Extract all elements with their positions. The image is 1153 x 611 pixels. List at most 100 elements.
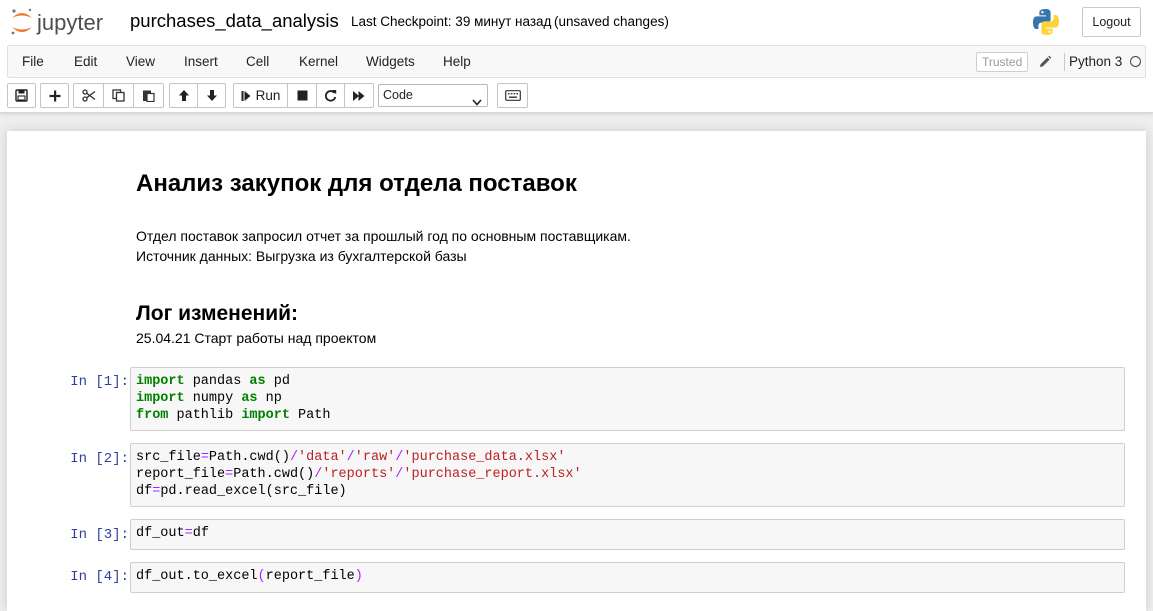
paste-icon (142, 89, 155, 102)
logout-button[interactable]: Logout (1082, 7, 1141, 37)
kernel-name[interactable]: Python 3 (1069, 46, 1122, 77)
code-token: report_file (136, 467, 226, 482)
code-token: numpy (184, 391, 242, 406)
kernel-separator (1064, 53, 1065, 71)
code-token: pathlib (168, 408, 242, 423)
notebook-header: jupyter purchases_data_analysis Last Che… (0, 0, 1153, 113)
code-token: / (346, 450, 355, 465)
run-all-button[interactable] (344, 83, 374, 108)
code-line: df_out.to_excel(report_file) (136, 568, 1124, 585)
code-token: df (192, 526, 209, 541)
notebook-name[interactable]: purchases_data_analysis (130, 10, 339, 32)
command-palette-button[interactable] (497, 83, 528, 108)
code-token: ( (257, 569, 266, 584)
code-line: import pandas as pd (136, 373, 1124, 390)
copy-button[interactable] (103, 83, 134, 108)
code-token: report_file (265, 569, 355, 584)
code-token: / (289, 450, 299, 465)
menu-insert[interactable]: Insert (184, 46, 218, 77)
code-line: src_file=Path.cwd()/'data'/'raw'/'purcha… (136, 449, 1124, 466)
arrow-down-icon (206, 89, 218, 102)
copy-icon (112, 89, 125, 102)
code-line: df=pd.read_excel(src_file) (136, 483, 1124, 500)
save-icon (15, 89, 28, 102)
plus-icon (49, 90, 61, 102)
menu-edit[interactable]: Edit (74, 46, 97, 77)
menu-widgets[interactable]: Widgets (366, 46, 415, 77)
changelog-heading: Лог изменений: (136, 302, 299, 325)
code-line: df_out=df (136, 525, 1124, 542)
menu-cell[interactable]: Cell (246, 46, 269, 77)
arrow-up-icon (178, 89, 190, 102)
code-token: import (136, 374, 185, 389)
code-cell-editor[interactable]: src_file=Path.cwd()/'data'/'raw'/'purcha… (130, 443, 1125, 507)
chevron-down-icon (472, 92, 482, 113)
cell-prompt: In [4]: (70, 569, 129, 585)
jupyter-logo-text: jupyter (36, 10, 103, 35)
step-forward-icon (241, 90, 251, 102)
menu-help[interactable]: Help (443, 46, 471, 77)
move-up-button[interactable] (169, 83, 198, 108)
interrupt-button[interactable] (287, 83, 317, 108)
description-line-2: Источник данных: Выгрузка из бухгалтерск… (136, 248, 467, 264)
cell-prompt: In [1]: (70, 374, 129, 390)
pencil-icon[interactable] (1038, 55, 1052, 69)
code-token: pd.read_excel(src_file) (160, 484, 347, 499)
code-token: as (249, 374, 266, 389)
save-status: (unsaved changes) (554, 14, 669, 29)
code-token: pd (265, 374, 290, 389)
cell-type-value: Code (383, 88, 413, 102)
code-line: report_file=Path.cwd()/'reports'/'purcha… (136, 466, 1124, 483)
code-token: src_file (136, 450, 201, 465)
menu-view[interactable]: View (126, 46, 155, 77)
scissors-icon (81, 89, 96, 102)
code-cell-editor[interactable]: import pandas as pd import numpy as np fro… (130, 367, 1125, 431)
code-token: df_out.to_excel (136, 569, 258, 584)
stop-icon (297, 90, 308, 101)
code-token: import (136, 391, 185, 406)
code-token: Path (289, 408, 331, 423)
jupyter-logo[interactable]: jupyter (8, 6, 118, 38)
code-line: import numpy as np (136, 390, 1124, 407)
move-down-button[interactable] (197, 83, 226, 108)
menu-file[interactable]: File (22, 46, 44, 77)
notebook-container: Анализ закупок для отдела поставок Отдел… (7, 131, 1146, 611)
cell-type-select[interactable]: Code (378, 84, 488, 107)
code-token: np (257, 391, 282, 406)
code-cell-editor[interactable]: df_out.to_excel(report_file) (130, 562, 1125, 593)
code-token: 'reports' (322, 467, 396, 482)
notebook-title-heading: Анализ закупок для отдела поставок (136, 170, 577, 197)
code-token: import (241, 408, 290, 423)
fast-forward-icon (352, 90, 366, 102)
paste-button[interactable] (133, 83, 164, 108)
code-token: 'purchase_data.xlsx' (403, 450, 566, 465)
code-token: df_out (136, 526, 185, 541)
python-logo-icon (1031, 7, 1061, 37)
run-button[interactable]: Run (233, 83, 288, 108)
code-token: 'purchase_report.xlsx' (403, 467, 582, 482)
code-token: Path.cwd() (208, 450, 290, 465)
restart-button[interactable] (316, 83, 345, 108)
code-token: = (200, 450, 209, 465)
restart-icon (324, 89, 337, 102)
cut-button[interactable] (73, 83, 104, 108)
trusted-indicator[interactable]: Trusted (976, 52, 1029, 72)
code-token: 'data' (298, 450, 347, 465)
checkpoint-status: Last Checkpoint: 39 минут назад (351, 14, 552, 29)
changelog-entry: 25.04.21 Старт работы над проектом (136, 330, 377, 346)
code-token: ) (354, 569, 363, 584)
run-label: Run (255, 88, 281, 103)
code-token: Path.cwd() (233, 467, 315, 482)
insert-cell-button[interactable] (40, 83, 69, 108)
cell-prompt: In [3]: (70, 527, 129, 543)
kernel-idle-icon (1130, 56, 1141, 67)
code-token: df (136, 484, 153, 499)
cell-prompt: In [2]: (70, 451, 129, 467)
code-line: from pathlib import Path (136, 407, 1124, 424)
menu-kernel[interactable]: Kernel (299, 46, 338, 77)
description-line-1: Отдел поставок запросил отчет за прошлый… (136, 228, 631, 244)
code-cell-editor[interactable]: df_out=df (130, 519, 1125, 550)
keyboard-icon (504, 90, 521, 101)
code-token: = (184, 526, 193, 541)
save-button[interactable] (7, 83, 36, 108)
